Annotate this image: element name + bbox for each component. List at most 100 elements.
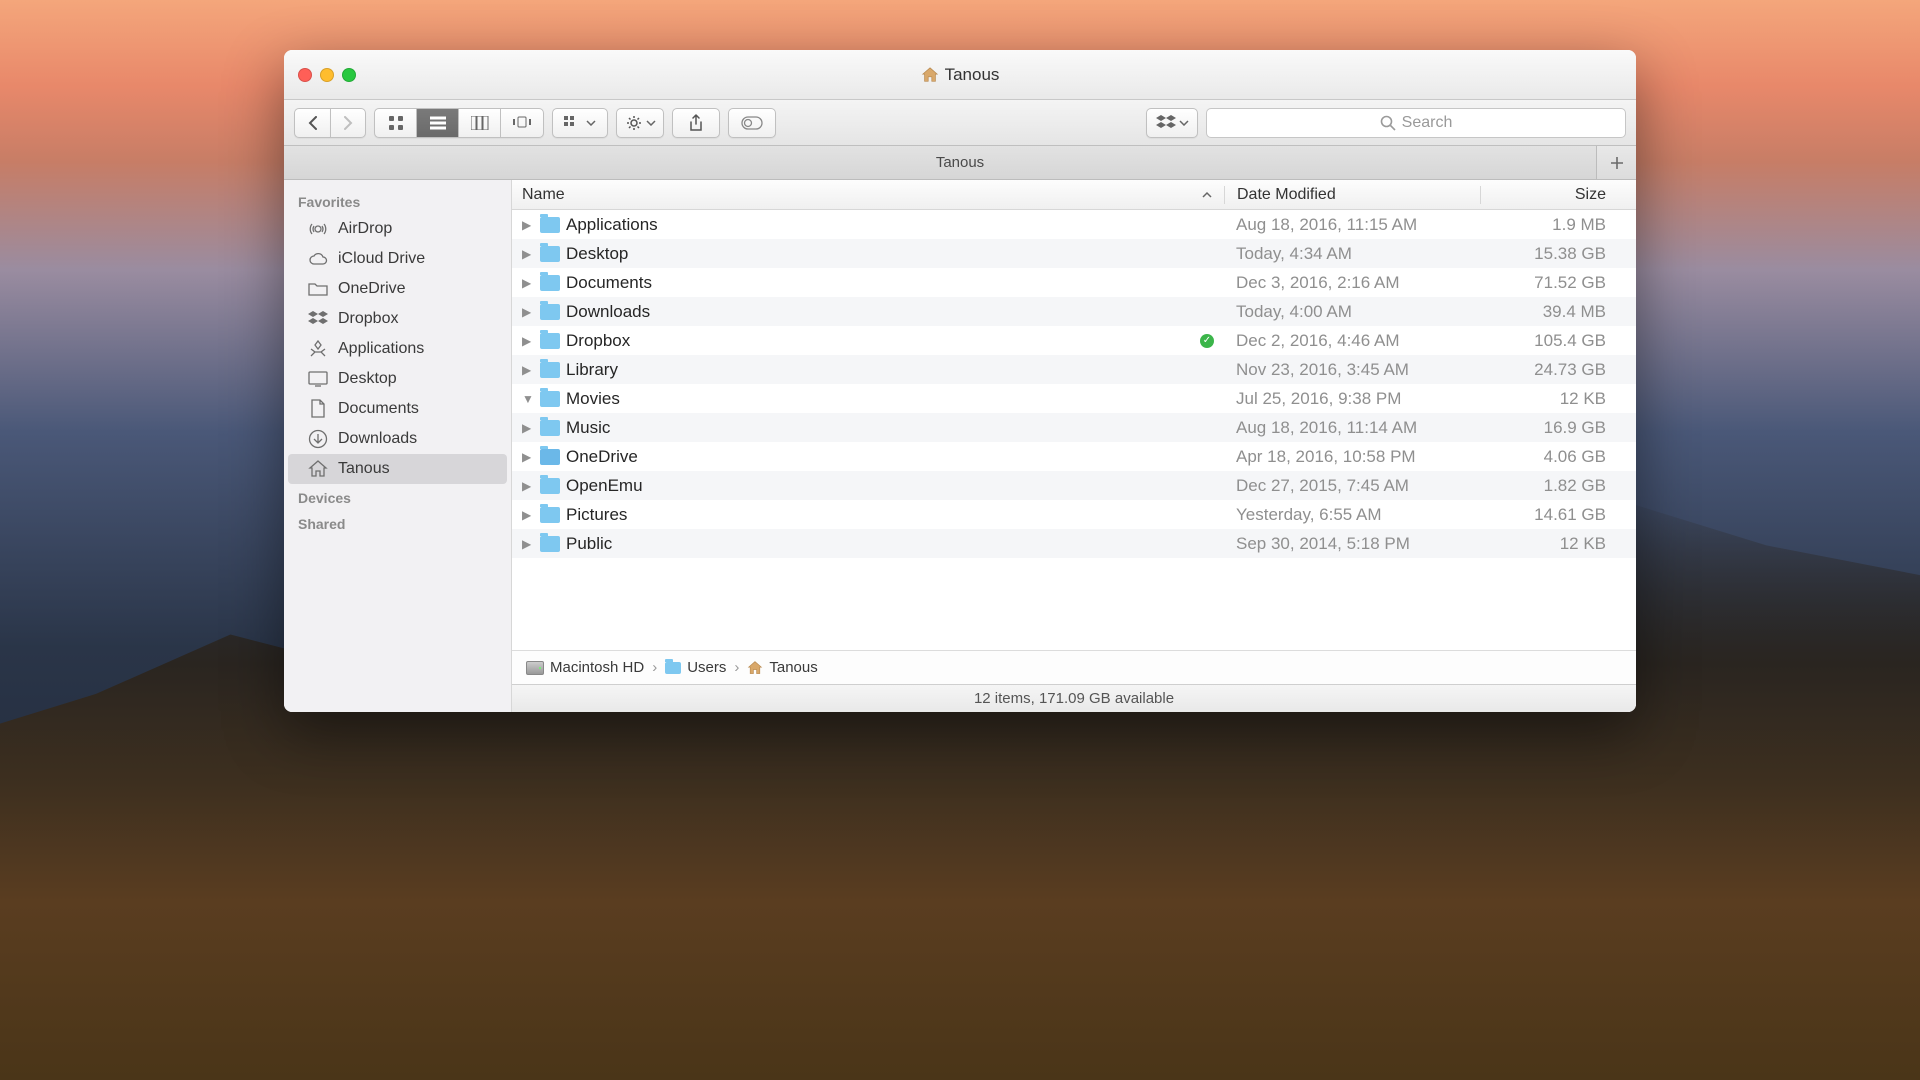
file-date: Aug 18, 2016, 11:15 AM [1224,215,1480,235]
disclosure-triangle[interactable]: ▶ [522,479,534,493]
file-size: 1.82 GB [1480,476,1636,496]
cloud-icon [308,249,328,269]
file-size: 4.06 GB [1480,447,1636,467]
folder-icon [665,662,681,674]
dropbox-toolbar-button[interactable] [1146,108,1198,138]
search-input[interactable]: Search [1206,108,1626,138]
folder-icon [308,279,328,299]
file-name: Documents [566,273,652,293]
back-button[interactable] [294,108,330,138]
table-row[interactable]: ▶DesktopToday, 4:34 AM15.38 GB [512,239,1636,268]
file-name: Music [566,418,610,438]
sidebar-item-desktop[interactable]: Desktop [288,364,507,394]
disclosure-triangle[interactable]: ▶ [522,247,534,261]
file-name: Desktop [566,244,628,264]
sidebar-item-airdrop[interactable]: AirDrop [288,214,507,244]
sidebar-item-tanous[interactable]: Tanous [288,454,507,484]
column-date[interactable]: Date Modified [1224,186,1480,204]
file-name: Dropbox [566,331,630,351]
disclosure-triangle[interactable]: ▶ [522,363,534,377]
table-row[interactable]: ▶ApplicationsAug 18, 2016, 11:15 AM1.9 M… [512,210,1636,239]
sort-asc-icon [1202,191,1212,199]
tab-active[interactable]: Tanous [936,154,984,171]
disclosure-triangle[interactable]: ▶ [522,218,534,232]
search-icon [1380,115,1396,131]
dropbox-icon [1156,115,1176,131]
path-label: Tanous [769,659,817,676]
disclosure-triangle[interactable]: ▶ [522,537,534,551]
disclosure-triangle[interactable]: ▶ [522,276,534,290]
documents-icon [308,399,328,419]
sidebar-item-downloads[interactable]: Downloads [288,424,507,454]
table-row[interactable]: ▶OneDriveApr 18, 2016, 10:58 PM4.06 GB [512,442,1636,471]
minimize-button[interactable] [320,68,334,82]
path-segment[interactable]: Tanous [747,659,817,676]
titlebar[interactable]: Tanous [284,50,1636,100]
sidebar-item-label: Documents [338,400,419,418]
icon-view-button[interactable] [375,109,417,137]
airdrop-icon [308,219,328,239]
new-tab-button[interactable] [1596,146,1636,179]
table-row[interactable]: ▶DocumentsDec 3, 2016, 2:16 AM71.52 GB [512,268,1636,297]
table-row[interactable]: ▶ Music Aug 18, 2016, 11:14 AM16.9 GB [512,413,1636,442]
folder-icon [540,507,560,523]
file-date: Today, 4:00 AM [1224,302,1480,322]
share-button[interactable] [672,108,720,138]
disclosure-triangle[interactable]: ▶ [522,421,534,435]
file-name: Pictures [566,505,627,525]
file-size: 105.4 GB [1480,331,1636,351]
table-row[interactable]: ▶Dropbox✓Dec 2, 2016, 4:46 AM105.4 GB [512,326,1636,355]
arrange-button[interactable] [552,108,608,138]
folder-icon [540,275,560,291]
coverflow-view-button[interactable] [501,109,543,137]
column-size[interactable]: Size [1480,186,1636,204]
sidebar-item-onedrive[interactable]: OneDrive [288,274,507,304]
sidebar-item-label: Dropbox [338,310,398,328]
file-date: Dec 27, 2015, 7:45 AM [1224,476,1480,496]
file-size: 1.9 MB [1480,215,1636,235]
table-row[interactable]: ▼MoviesJul 25, 2016, 9:38 PM12 KB [512,384,1636,413]
tab-bar: Tanous [284,146,1636,180]
file-size: 14.61 GB [1480,505,1636,525]
path-label: Macintosh HD [550,659,644,676]
disclosure-triangle[interactable]: ▶ [522,450,534,464]
column-view-button[interactable] [459,109,501,137]
window-title: Tanous [284,65,1636,85]
folder-icon [540,304,560,320]
disclosure-triangle[interactable]: ▼ [522,392,534,406]
sidebar-section-header[interactable]: Shared [284,510,511,536]
finder-window: Tanous Search Tanous FavoritesAirDropi [284,50,1636,712]
table-row[interactable]: ▶DownloadsToday, 4:00 AM39.4 MB [512,297,1636,326]
sidebar-section-header[interactable]: Favorites [284,188,511,214]
view-mode-segment [374,108,544,138]
folder-icon [540,246,560,262]
sidebar-section-header[interactable]: Devices [284,484,511,510]
table-row[interactable]: ▶PublicSep 30, 2014, 5:18 PM12 KB [512,529,1636,558]
path-segment[interactable]: Users [665,659,726,676]
list-view-button[interactable] [417,109,459,137]
path-segment[interactable]: Macintosh HD [526,659,644,676]
fullscreen-button[interactable] [342,68,356,82]
file-date: Aug 18, 2016, 11:14 AM [1224,418,1480,438]
disclosure-triangle[interactable]: ▶ [522,508,534,522]
sidebar-item-dropbox[interactable]: Dropbox [288,304,507,334]
sidebar-item-documents[interactable]: Documents [288,394,507,424]
chevron-right-icon: › [734,659,739,676]
table-row[interactable]: ▶LibraryNov 23, 2016, 3:45 AM24.73 GB [512,355,1636,384]
column-name[interactable]: Name [512,186,1224,204]
table-row[interactable]: ▶PicturesYesterday, 6:55 AM14.61 GB [512,500,1636,529]
close-button[interactable] [298,68,312,82]
file-name: Downloads [566,302,650,322]
disclosure-triangle[interactable]: ▶ [522,305,534,319]
folder-icon [540,333,560,349]
sidebar-item-icloud-drive[interactable]: iCloud Drive [288,244,507,274]
action-button[interactable] [616,108,664,138]
sidebar-item-applications[interactable]: Applications [288,334,507,364]
table-row[interactable]: ▶OpenEmuDec 27, 2015, 7:45 AM1.82 GB [512,471,1636,500]
disclosure-triangle[interactable]: ▶ [522,334,534,348]
forward-button[interactable] [330,108,366,138]
file-size: 24.73 GB [1480,360,1636,380]
file-size: 16.9 GB [1480,418,1636,438]
tags-button[interactable] [728,108,776,138]
sidebar: FavoritesAirDropiCloud DriveOneDrive Drop… [284,180,512,712]
